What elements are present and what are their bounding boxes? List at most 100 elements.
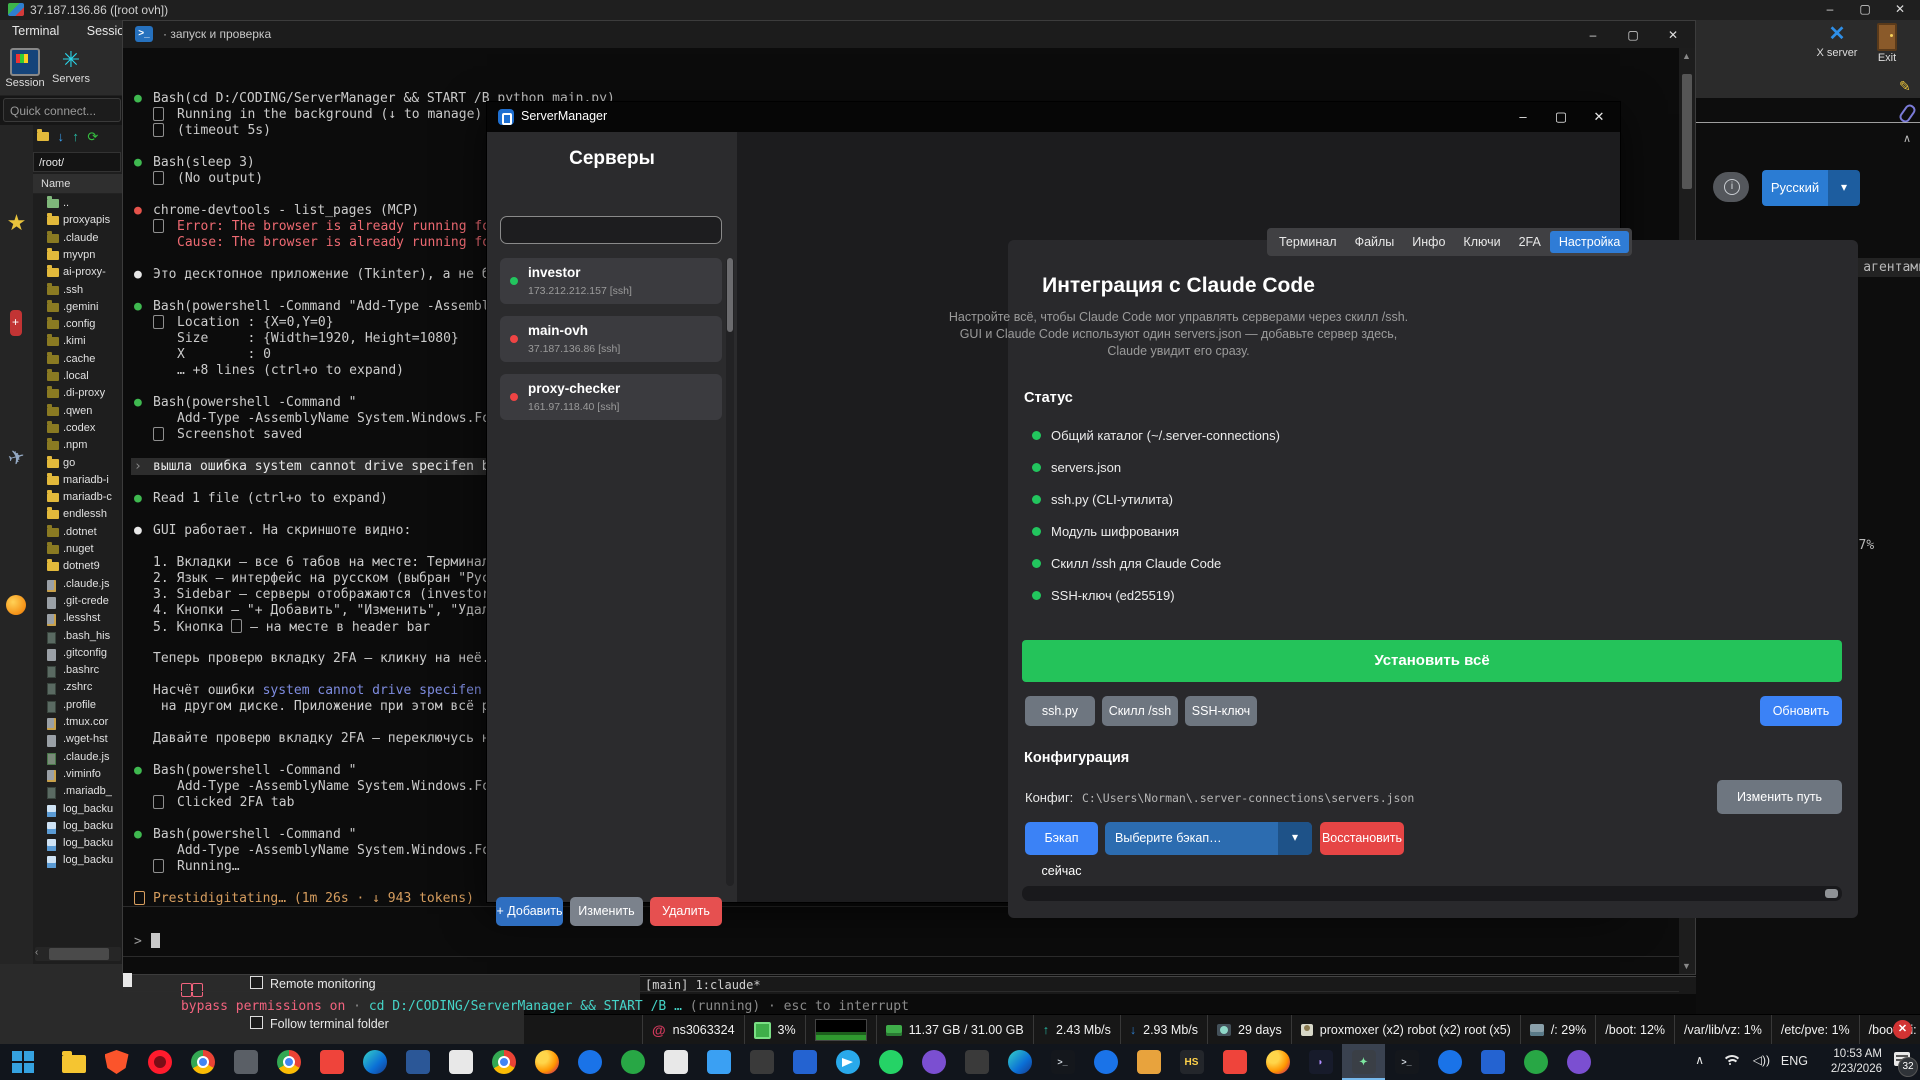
file-row[interactable]: myvpn [33,248,122,265]
change-path-button[interactable]: Изменить путь [1717,780,1842,814]
file-row[interactable]: .ssh [33,283,122,300]
restore-button[interactable]: Восстановить [1320,822,1404,855]
x-server-button[interactable]: ✕ X server [1814,20,1860,59]
settings-hscrollbar[interactable] [1022,886,1842,901]
file-list-header[interactable]: Name [33,174,122,194]
taskbar-app-icon-red-app[interactable] [310,1044,353,1080]
file-row[interactable]: .nuget [33,542,122,559]
file-list-hscrollbar[interactable]: ‹ [35,947,121,961]
tab-Инфо[interactable]: Инфо [1403,231,1454,253]
file-row[interactable]: log_backu [33,802,122,819]
servers-button[interactable]: ✳ Servers [48,46,94,86]
taskbar-app-icon-edge[interactable] [353,1044,396,1080]
taskbar-app-icon-explorer-folder[interactable] [52,1044,95,1080]
scroll-down-arrow[interactable]: ▼ [1682,961,1691,971]
taskbar-app-icon-blue-square[interactable] [1471,1044,1514,1080]
wifi-icon[interactable] [1722,1055,1742,1067]
taskbar-app-icon-gray-app[interactable] [224,1044,267,1080]
taskbar-app-icon-whatsapp[interactable] [869,1044,912,1080]
delete-server-button[interactable]: Удалить [650,897,722,926]
file-row[interactable]: .cache [33,352,122,369]
taskbar-app-icon-hs-app[interactable]: HS [1170,1044,1213,1080]
file-row[interactable]: .qwen [33,404,122,421]
info-button[interactable]: i [1713,172,1749,202]
taskbar-app-icon-dark-app[interactable] [740,1044,783,1080]
scrollbar-thumb[interactable] [727,258,733,332]
mobaxterm-minimize-button[interactable]: – [1815,1,1845,18]
refresh-icon[interactable]: ⟳ [87,129,98,145]
tab-Ключи[interactable]: Ключи [1454,231,1509,253]
refresh-button[interactable]: Обновить [1760,696,1842,726]
taskbar-app-icon-purple-app[interactable] [1557,1044,1600,1080]
tab-Настройка[interactable]: Настройка [1549,231,1630,253]
scroll-up-arrow[interactable]: ∧ [1903,132,1911,145]
download-icon[interactable]: ↓ [57,129,64,144]
scrollbar-thumb[interactable] [1682,74,1692,189]
file-row[interactable]: log_backu [33,836,122,853]
taskbar-app-icon-terminal-app[interactable]: >_ [1385,1044,1428,1080]
backup-now-button[interactable]: Бэкап сейчас [1025,822,1098,878]
taskbar-app-icon-mobaxterm-active[interactable]: ✦ [1342,1044,1385,1080]
file-row[interactable]: ai-proxy- [33,265,122,282]
session-button[interactable]: Session [2,46,48,89]
terminal-minimize-button[interactable]: – [1576,25,1610,45]
server-item-investor[interactable]: investor 173.212.212.157 [ssh] [500,258,722,304]
language-indicator[interactable]: ENG [1781,1054,1808,1068]
file-row[interactable]: .di-proxy [33,386,122,403]
taskbar-app-icon-chrome[interactable] [181,1044,224,1080]
taskbar-app-icon-purple-app[interactable] [912,1044,955,1080]
file-row[interactable]: dotnet9 [33,559,122,576]
taskbar-app-icon-green-app[interactable] [1514,1044,1557,1080]
terminal-close-button[interactable]: ✕ [1656,25,1690,45]
file-row[interactable]: .bashrc [33,663,122,680]
file-row[interactable]: .tmux.cor [33,715,122,732]
taskbar-app-icon-brave[interactable] [95,1044,138,1080]
mobaxterm-maximize-button[interactable]: ▢ [1850,1,1880,18]
file-row[interactable]: .claude [33,231,122,248]
sm-maximize-button[interactable]: ▢ [1544,106,1578,128]
file-row[interactable]: .viminfo [33,767,122,784]
favorites-star-icon[interactable]: ★ [0,210,33,236]
file-row[interactable]: proxyapis [33,213,122,230]
file-row[interactable]: .claude.js [33,577,122,594]
file-row[interactable]: .claude.js [33,750,122,767]
taskbar-app-icon-page-app[interactable] [654,1044,697,1080]
file-row[interactable]: .. [33,196,122,213]
volume-icon[interactable]: ◁)) [1753,1053,1770,1067]
taskbar-app-icon-blue-app[interactable] [1428,1044,1471,1080]
file-row[interactable]: endlessh [33,507,122,524]
chevron-down-icon[interactable]: ▾ [1278,822,1312,855]
taskbar-app-icon-firefox[interactable] [525,1044,568,1080]
taskbar-app-icon-blue-app[interactable] [568,1044,611,1080]
close-monitoring-button[interactable]: ✕ [1893,1020,1912,1039]
file-row[interactable]: .dotnet [33,525,122,542]
start-button[interactable] [12,1051,34,1073]
file-row[interactable]: log_backu [33,819,122,836]
language-selector[interactable]: Русский [1762,170,1828,206]
taskbar-app-icon-moon-app[interactable]: ◗ [1299,1044,1342,1080]
file-row[interactable]: .wget-hst [33,732,122,749]
taskbar-app-icon-dark-app[interactable] [955,1044,998,1080]
tab-2FA[interactable]: 2FA [1510,231,1550,253]
file-row[interactable]: .npm [33,438,122,455]
taskbar-app-icon-chrome[interactable] [482,1044,525,1080]
taskbar-app-icon-red-app[interactable] [1213,1044,1256,1080]
exit-button[interactable]: Exit [1864,20,1910,64]
globe-icon[interactable] [6,595,26,615]
edit-pencil-icon[interactable]: ✎ [1899,78,1911,95]
tab-Терминал[interactable]: Терминал [1270,231,1346,253]
taskbar-app-icon-navy-app[interactable] [396,1044,439,1080]
file-row[interactable]: .codex [33,421,122,438]
file-row[interactable]: go [33,456,122,473]
ssh-key-button[interactable]: SSH-ключ [1185,696,1257,726]
taskbar-app-icon-blue-app[interactable] [1084,1044,1127,1080]
paper-plane-icon[interactable]: ✈ [0,441,36,474]
terminal-maximize-button[interactable]: ▢ [1616,25,1650,45]
mobaxterm-close-button[interactable]: ✕ [1885,1,1915,18]
taskbar-app-icon-opera[interactable] [138,1044,181,1080]
file-row[interactable]: .git-crede [33,594,122,611]
taskbar-app-icon-chrome[interactable] [267,1044,310,1080]
quick-connect-input[interactable]: Quick connect... [3,98,121,122]
menu-terminal[interactable]: Terminal [0,20,71,42]
file-row[interactable]: .local [33,369,122,386]
